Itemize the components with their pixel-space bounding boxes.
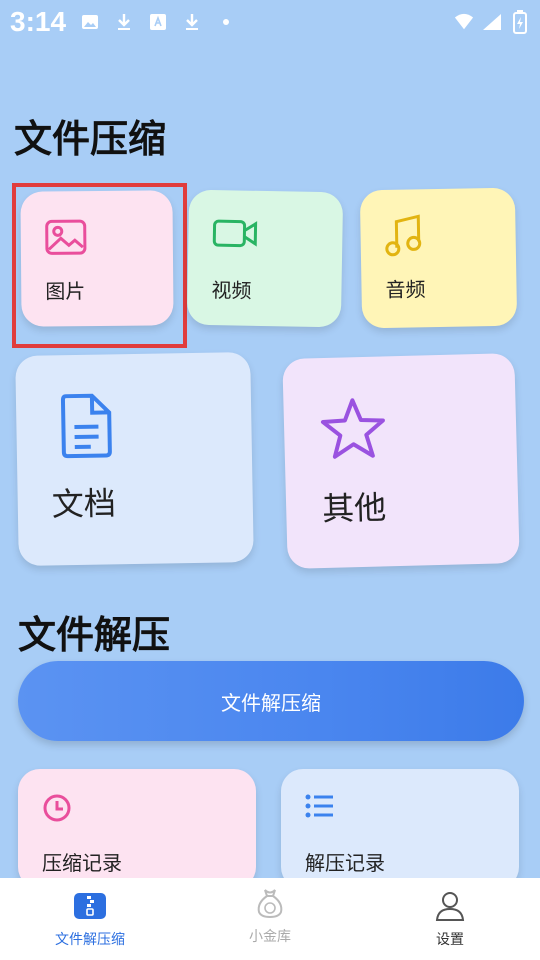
- compress-video-card[interactable]: 视频: [186, 189, 344, 328]
- zip-file-icon: [73, 889, 107, 923]
- tab-treasury-label: 小金库: [249, 929, 291, 945]
- signal-icon: [482, 12, 502, 32]
- gallery-icon: [80, 12, 100, 32]
- compress-video-label: 视频: [211, 278, 252, 303]
- status-time: 3:14: [10, 6, 67, 37]
- decompress-records-label: 解压记录: [305, 851, 385, 875]
- tab-settings-label: 设置: [436, 932, 464, 948]
- compress-other-label: 其他: [321, 488, 387, 529]
- tab-treasury[interactable]: 小金库: [180, 878, 360, 960]
- decompress-records-card[interactable]: 解压记录: [281, 769, 519, 889]
- notification-icons: [80, 12, 236, 32]
- tab-settings[interactable]: 设置: [360, 878, 540, 960]
- compress-records-card[interactable]: 压缩记录: [18, 769, 256, 889]
- download-icon: [182, 12, 202, 32]
- music-note-icon: [384, 213, 431, 260]
- wifi-icon: [454, 12, 474, 32]
- system-icons: [454, 10, 530, 34]
- money-bag-icon: [253, 886, 287, 920]
- compress-document-label: 文档: [51, 484, 117, 524]
- compress-other-card[interactable]: 其他: [282, 352, 520, 570]
- battery-icon: [510, 10, 530, 34]
- highlight-frame: [12, 183, 187, 348]
- document-icon: [60, 392, 121, 459]
- download-icon: [114, 12, 134, 32]
- star-icon: [319, 396, 389, 462]
- compress-audio-label: 音频: [385, 277, 426, 302]
- compress-audio-card[interactable]: 音频: [359, 187, 518, 329]
- dot-icon: [216, 12, 236, 32]
- font-icon: [148, 12, 168, 32]
- tab-file-decompress-label: 文件解压缩: [55, 932, 125, 948]
- video-camera-icon: [212, 218, 259, 257]
- list-icon: [305, 793, 337, 825]
- decompress-button[interactable]: 文件解压缩: [18, 661, 524, 741]
- compress-records-label: 压缩记录: [42, 851, 122, 875]
- clock-icon: [42, 793, 74, 825]
- status-bar: 3:14: [0, 0, 540, 44]
- bottom-tabbar: 文件解压缩 小金库 设置: [0, 878, 540, 960]
- compress-document-card[interactable]: 文档: [15, 351, 254, 567]
- tab-file-decompress[interactable]: 文件解压缩: [0, 878, 180, 960]
- user-icon: [433, 889, 467, 923]
- compress-section-title: 文件压缩: [14, 117, 167, 161]
- decompress-section-title: 文件解压: [18, 613, 171, 657]
